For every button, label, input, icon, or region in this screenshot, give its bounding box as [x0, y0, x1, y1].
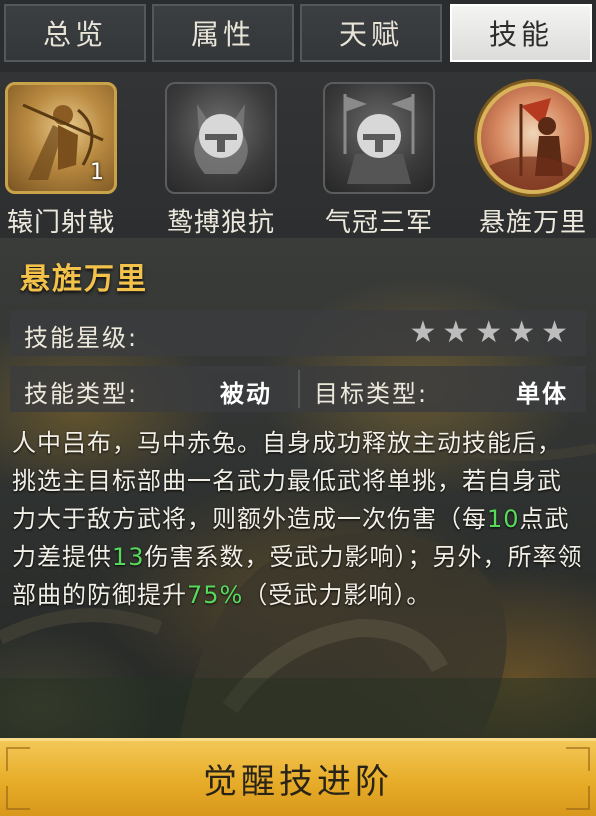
star-rating: ★ ★ ★ ★ ★ [409, 318, 568, 348]
corner-ornament [566, 747, 590, 771]
skill-item-4[interactable]: 悬旌万里 [458, 80, 596, 240]
awaken-button-label: 觉醒技进阶 [203, 762, 393, 802]
tab-attributes[interactable]: 属性 [152, 4, 294, 62]
awaken-advance-button[interactable]: 觉醒技进阶 [0, 738, 596, 816]
star-icon: ★ [442, 315, 470, 350]
star-level-row: 技能星级: ★ ★ ★ ★ ★ [10, 310, 586, 356]
skill-title: 悬旌万里 [20, 262, 148, 297]
desc-value: 75% [187, 581, 244, 609]
banner-general-icon [477, 82, 589, 194]
star-icon: ★ [541, 315, 568, 350]
skill-level-badge: 1 [90, 160, 104, 185]
desc-value: 13 [112, 543, 145, 571]
skill-name: 悬旌万里 [478, 208, 587, 238]
skill-detail-panel: 悬旌万里 技能星级: ★ ★ ★ ★ ★ 技能类型: 被动 目标类型: 单体 人… [0, 238, 596, 738]
target-type-value: 单体 [516, 380, 568, 408]
skill-description: 人中吕布，马中赤兔。自身成功释放主动技能后，挑选主目标部曲一名武力最低武将单挑，… [12, 424, 586, 614]
tab-bar: 总览 属性 天赋 技能 [0, 0, 596, 72]
star-icon: ★ [508, 315, 536, 350]
desc-value: 10 [487, 505, 520, 533]
desc-text: （受武力影响）。 [243, 581, 432, 609]
skill-name: 鸷搏狼抗 [166, 208, 275, 238]
corner-ornament [6, 747, 30, 771]
wolf-icon [165, 82, 277, 194]
tab-overview[interactable]: 总览 [4, 4, 146, 62]
skill-type-value: 被动 [220, 380, 272, 408]
archer-warrior-icon: 1 [5, 82, 117, 194]
divider [298, 370, 300, 408]
corner-ornament [566, 786, 590, 810]
star-icon: ★ [475, 315, 503, 350]
skill-item-3[interactable]: 气冠三军 [304, 80, 454, 240]
tab-talent[interactable]: 天赋 [300, 4, 442, 62]
type-row: 技能类型: 被动 目标类型: 单体 [10, 366, 586, 412]
skill-name: 气冠三军 [324, 208, 433, 238]
skill-list: 1 辕门射戟 鸷搏狼抗 气冠三军 悬旌万里 [0, 72, 596, 238]
skill-item-2[interactable]: 鸷搏狼抗 [146, 80, 296, 240]
skill-type-label: 技能类型: [24, 380, 139, 408]
target-type-label: 目标类型: [314, 380, 429, 408]
desc-text: 人中吕布，马中赤兔。自身成功释放主动技能后，挑选主目标部曲一名武力最低武将单挑，… [12, 429, 562, 533]
tab-skills[interactable]: 技能 [450, 4, 592, 62]
star-level-label: 技能星级: [24, 324, 139, 352]
army-icon [323, 82, 435, 194]
skill-name: 辕门射戟 [6, 208, 115, 238]
corner-ornament [6, 786, 30, 810]
skill-item-1[interactable]: 1 辕门射戟 [0, 80, 136, 240]
star-icon: ★ [409, 315, 437, 350]
